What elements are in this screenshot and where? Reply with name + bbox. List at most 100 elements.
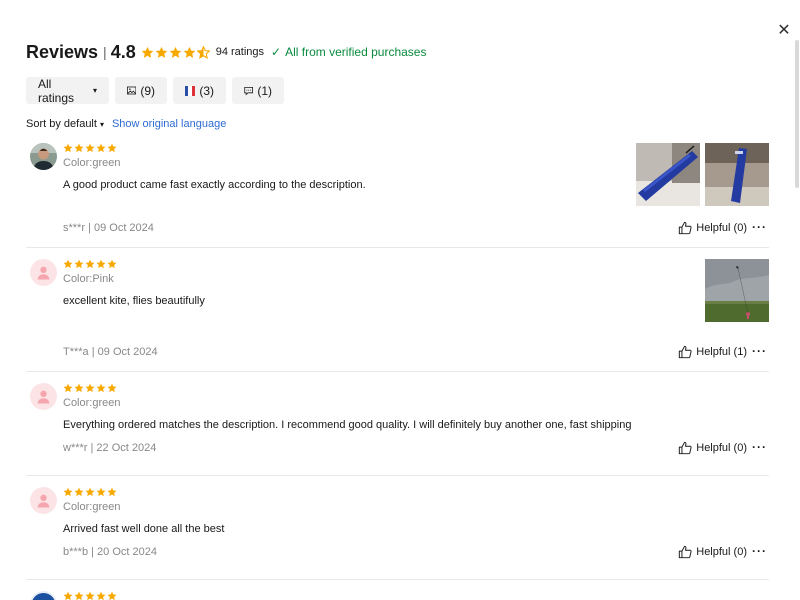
- review-list: Color:green A good product came fast exa…: [26, 140, 769, 600]
- star-icon: [74, 487, 84, 497]
- review-text: Everything ordered matches the descripti…: [63, 419, 632, 431]
- field-kite-photo: [705, 259, 769, 322]
- all-ratings-filter[interactable]: All ratings ▾: [26, 76, 109, 105]
- star-icon: [107, 143, 117, 153]
- review-meta: T***a | 09 Oct 2024: [63, 346, 158, 358]
- star-icon: [107, 591, 117, 600]
- country-count: (3): [199, 83, 214, 98]
- half-star-icon: [196, 45, 210, 59]
- title-separator: |: [103, 44, 107, 60]
- star-icon: [63, 143, 73, 153]
- review-photo[interactable]: [705, 143, 769, 206]
- thumbs-up-icon: [679, 545, 692, 559]
- star-icon: [85, 383, 95, 393]
- filter-bar: All ratings ▾ (9) (3) (1): [26, 76, 284, 105]
- star-icon: [74, 259, 84, 269]
- star-icon: [63, 591, 73, 600]
- helpful-button[interactable]: Helpful (0): [678, 441, 747, 455]
- thumbs-up-icon: [679, 221, 692, 235]
- kite-bag-photo: [636, 143, 700, 206]
- avatar: [30, 143, 57, 170]
- review-item: Color:green Everything ordered matches t…: [26, 380, 769, 476]
- star-icon: [96, 591, 106, 600]
- star-icon: [85, 143, 95, 153]
- helpful-label: Helpful (0): [696, 222, 747, 234]
- more-options-icon[interactable]: ···: [752, 544, 767, 558]
- reviews-header: Reviews | 4.8 94 ratings ✓ All from veri…: [26, 40, 426, 64]
- review-text: A good product came fast exactly accordi…: [63, 179, 366, 191]
- star-icon: [107, 383, 117, 393]
- default-user-icon: [37, 390, 50, 404]
- star-icon: [74, 591, 84, 600]
- helpful-button[interactable]: Helpful (0): [678, 545, 747, 559]
- review-stars: [63, 259, 117, 269]
- scrollbar-thumb[interactable]: [795, 40, 799, 188]
- review-color: Color:green: [63, 397, 121, 409]
- avatar: [30, 591, 57, 600]
- review-color: Color:green: [63, 157, 121, 169]
- avatar: [30, 383, 57, 410]
- sort-label: Sort by default: [26, 118, 97, 130]
- check-icon: ✓: [271, 45, 282, 59]
- show-original-language-link[interactable]: Show original language: [112, 118, 226, 130]
- user-photo-avatar: [30, 143, 57, 170]
- review-meta: w***r | 22 Oct 2024: [63, 442, 157, 454]
- star-icon: [96, 143, 106, 153]
- comment-icon: [244, 86, 254, 96]
- helpful-label: Helpful (0): [696, 442, 747, 454]
- user-photo-avatar: [30, 591, 57, 600]
- star-icon: [85, 259, 95, 269]
- review-stars: [63, 383, 117, 393]
- review-color: Color:green: [63, 501, 121, 513]
- star-icon: [107, 259, 117, 269]
- helpful-button[interactable]: Helpful (1): [678, 345, 747, 359]
- star-icon: [96, 259, 106, 269]
- photos-count: (9): [140, 83, 155, 98]
- scrollbar[interactable]: [794, 40, 800, 188]
- all-ratings-label: All ratings: [38, 76, 75, 105]
- more-options-icon[interactable]: ···: [752, 220, 767, 234]
- star-icon: [155, 46, 168, 58]
- review-photo[interactable]: [705, 259, 769, 322]
- review-meta: s***r | 09 Oct 2024: [63, 222, 154, 234]
- review-color: Color:Pink: [63, 273, 114, 285]
- helpful-label: Helpful (1): [696, 346, 747, 358]
- country-filter[interactable]: (3): [173, 77, 226, 104]
- helpful-button[interactable]: Helpful (0): [678, 221, 747, 235]
- average-rating: 4.8: [110, 41, 136, 62]
- image-icon: [127, 86, 137, 95]
- star-icon: [96, 487, 106, 497]
- review-stars: [63, 487, 117, 497]
- thumbs-up-icon: [679, 345, 692, 359]
- helpful-label: Helpful (0): [696, 546, 747, 558]
- sort-dropdown[interactable]: Sort by default ▾: [26, 118, 104, 130]
- close-icon[interactable]: ✕: [774, 20, 794, 40]
- avatar: [30, 487, 57, 514]
- star-icon: [141, 46, 154, 58]
- star-icon: [74, 143, 84, 153]
- star-icon: [85, 591, 95, 600]
- sort-row: Sort by default ▾ Show original language: [26, 118, 226, 130]
- comments-filter[interactable]: (1): [232, 77, 284, 104]
- review-text: Arrived fast well done all the best: [63, 523, 225, 535]
- photos-filter[interactable]: (9): [115, 77, 167, 104]
- more-options-icon[interactable]: ···: [752, 344, 767, 358]
- rating-count: 94 ratings: [215, 46, 265, 58]
- default-user-icon: [37, 266, 50, 280]
- star-icon: [63, 487, 73, 497]
- star-icon: [107, 487, 117, 497]
- review-photo[interactable]: [636, 143, 700, 206]
- comments-count: (1): [257, 83, 272, 98]
- star-icon: [63, 259, 73, 269]
- thumbs-up-icon: [679, 441, 692, 455]
- page-title: Reviews: [26, 41, 99, 62]
- star-icon: [63, 383, 73, 393]
- star-icon: [96, 383, 106, 393]
- review-item: Color:green A good product came fast exa…: [26, 140, 769, 248]
- star-icon: [85, 487, 95, 497]
- more-options-icon[interactable]: ···: [752, 440, 767, 454]
- star-icon: [74, 383, 84, 393]
- review-meta: b***b | 20 Oct 2024: [63, 546, 157, 558]
- review-stars: [63, 143, 117, 153]
- star-icon: [183, 46, 196, 58]
